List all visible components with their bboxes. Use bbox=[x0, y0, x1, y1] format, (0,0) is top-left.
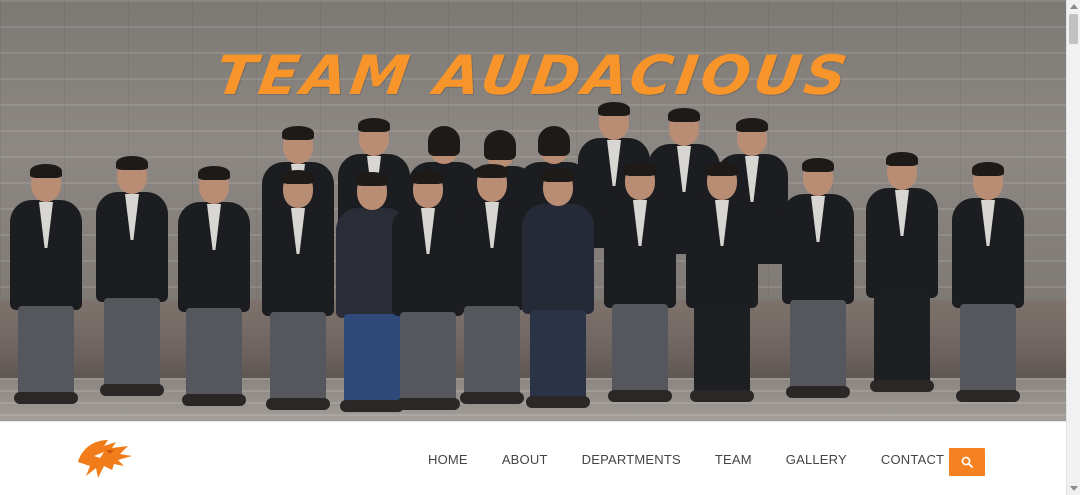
hero-title: TEAM AUDACIOUS bbox=[211, 44, 855, 107]
scroll-up-arrow-icon[interactable] bbox=[1070, 4, 1078, 9]
page-scrollbar[interactable] bbox=[1066, 0, 1080, 495]
scroll-down-arrow-icon[interactable] bbox=[1070, 486, 1078, 491]
tiger-head-logo-icon[interactable] bbox=[74, 434, 136, 484]
main-navbar: HOME ABOUT DEPARTMENTS TEAM GALLERY CONT… bbox=[0, 421, 1066, 495]
nav-departments[interactable]: DEPARTMENTS bbox=[582, 452, 681, 467]
nav-contact[interactable]: CONTACT bbox=[881, 452, 944, 467]
nav-about[interactable]: ABOUT bbox=[502, 452, 548, 467]
nav-team[interactable]: TEAM bbox=[715, 452, 752, 467]
nav-menu: HOME ABOUT DEPARTMENTS TEAM GALLERY CONT… bbox=[420, 422, 978, 495]
hero-banner: TEAM AUDACIOUS bbox=[0, 0, 1066, 421]
nav-home[interactable]: HOME bbox=[428, 452, 468, 467]
page: TEAM AUDACIOUS HOME ABOUT DEPARTMENTS TE… bbox=[0, 0, 1080, 495]
search-icon bbox=[961, 456, 973, 468]
nav-gallery[interactable]: GALLERY bbox=[786, 452, 847, 467]
search-button[interactable] bbox=[949, 448, 985, 476]
scrollbar-thumb[interactable] bbox=[1069, 14, 1078, 44]
